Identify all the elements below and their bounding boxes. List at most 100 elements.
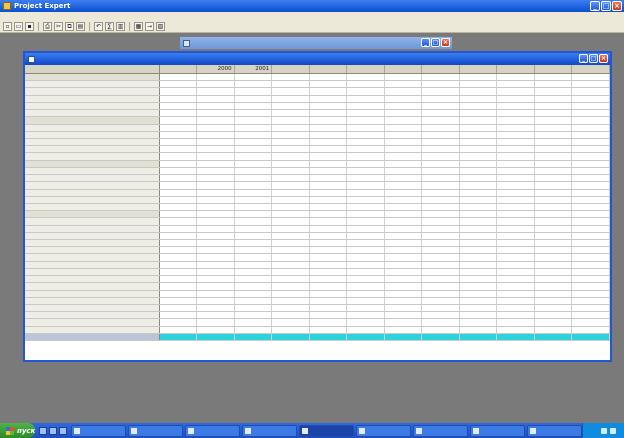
table-cell[interactable] xyxy=(347,95,385,102)
table-cell[interactable] xyxy=(159,131,198,138)
table-cell[interactable] xyxy=(197,138,235,146)
table-cell[interactable] xyxy=(347,124,385,131)
table-cell[interactable] xyxy=(234,189,273,196)
table-cell[interactable] xyxy=(234,240,273,247)
table-cell[interactable] xyxy=(309,138,348,146)
table-cell[interactable] xyxy=(309,117,348,124)
table-cell[interactable] xyxy=(234,247,273,254)
table-cell[interactable] xyxy=(347,189,385,196)
table-cell[interactable] xyxy=(572,160,610,167)
table-row[interactable] xyxy=(25,167,610,176)
cut-icon[interactable]: ✂ xyxy=(54,22,63,31)
table-cell[interactable] xyxy=(422,305,460,312)
table-cell[interactable] xyxy=(309,268,348,276)
table-row[interactable] xyxy=(25,182,610,190)
table-cell[interactable] xyxy=(159,167,198,175)
table-cell[interactable] xyxy=(347,283,385,290)
table-cell[interactable] xyxy=(309,203,348,211)
table-cell[interactable] xyxy=(497,333,535,341)
table-cell[interactable] xyxy=(272,124,310,131)
table-cell[interactable] xyxy=(159,160,198,167)
table-cell[interactable] xyxy=(459,110,498,117)
table-cell[interactable] xyxy=(572,225,610,232)
table-cell[interactable] xyxy=(347,153,385,160)
table-cell[interactable] xyxy=(347,146,385,153)
table-cell[interactable] xyxy=(197,312,235,319)
table-cell[interactable] xyxy=(572,124,610,131)
table-cell[interactable] xyxy=(422,81,460,88)
table-cell[interactable] xyxy=(459,102,498,110)
table-cell[interactable] xyxy=(309,276,348,283)
table-cell[interactable] xyxy=(422,117,460,124)
table-cell[interactable] xyxy=(309,312,348,319)
table-cell[interactable] xyxy=(422,312,460,319)
table-cell[interactable] xyxy=(159,146,198,153)
table-cell[interactable] xyxy=(459,326,498,333)
quick-launch-icon[interactable] xyxy=(59,426,68,435)
table-cell[interactable] xyxy=(272,153,310,160)
new-icon[interactable]: ▫ xyxy=(3,22,12,31)
table-cell[interactable] xyxy=(234,110,273,117)
table-cell[interactable] xyxy=(497,95,535,102)
table-cell[interactable] xyxy=(534,88,573,95)
table-cell[interactable] xyxy=(534,160,573,167)
table-row[interactable] xyxy=(25,261,610,269)
table-cell[interactable] xyxy=(459,283,498,290)
table-cell[interactable] xyxy=(272,203,310,211)
table-cell[interactable] xyxy=(572,74,610,81)
table-cell[interactable] xyxy=(422,167,460,175)
table-cell[interactable] xyxy=(384,225,423,232)
table-cell[interactable] xyxy=(572,240,610,247)
table-cell[interactable] xyxy=(159,117,198,124)
table-cell[interactable] xyxy=(384,146,423,153)
table-cell[interactable] xyxy=(272,247,310,254)
table-cell[interactable] xyxy=(572,95,610,102)
table-cell[interactable] xyxy=(422,297,460,304)
table-cell[interactable] xyxy=(572,189,610,196)
table-cell[interactable] xyxy=(272,261,310,268)
table-cell[interactable] xyxy=(384,240,423,247)
table-cell[interactable] xyxy=(234,261,273,268)
table-cell[interactable] xyxy=(384,305,423,312)
table-cell[interactable] xyxy=(422,146,460,153)
table-cell[interactable] xyxy=(422,160,460,167)
table-cell[interactable] xyxy=(534,218,573,225)
table-cell[interactable] xyxy=(234,74,273,81)
table-cell[interactable] xyxy=(384,247,423,254)
table-cell[interactable] xyxy=(197,160,235,167)
table-cell[interactable] xyxy=(534,247,573,254)
table-row[interactable] xyxy=(25,203,610,212)
table-cell[interactable] xyxy=(197,117,235,124)
table-cell[interactable] xyxy=(309,290,348,297)
table-row[interactable] xyxy=(25,312,610,320)
table-cell[interactable] xyxy=(384,102,423,110)
table-row[interactable] xyxy=(25,117,610,125)
table-cell[interactable] xyxy=(384,196,423,203)
table-cell[interactable] xyxy=(534,319,573,326)
column-header[interactable] xyxy=(347,65,385,73)
table-cell[interactable] xyxy=(422,218,460,225)
table-cell[interactable] xyxy=(234,297,273,304)
table-cell[interactable] xyxy=(422,203,460,211)
table-cell[interactable] xyxy=(572,117,610,124)
table-cell[interactable] xyxy=(272,232,310,240)
table-cell[interactable] xyxy=(234,81,273,88)
table-cell[interactable] xyxy=(459,146,498,153)
table-row[interactable] xyxy=(25,160,610,168)
report-icon[interactable]: ▧ xyxy=(156,22,165,31)
table-cell[interactable] xyxy=(347,319,385,326)
table-cell[interactable] xyxy=(159,319,198,326)
table-cell[interactable] xyxy=(384,232,423,240)
table-cell[interactable] xyxy=(197,268,235,276)
table-cell[interactable] xyxy=(309,225,348,232)
tray-icon[interactable] xyxy=(610,427,616,434)
table-cell[interactable] xyxy=(384,312,423,319)
table-cell[interactable] xyxy=(197,131,235,138)
table-cell[interactable] xyxy=(384,131,423,138)
table-cell[interactable] xyxy=(572,88,610,95)
table-row[interactable] xyxy=(25,276,610,284)
table-cell[interactable] xyxy=(459,189,498,196)
table-cell[interactable] xyxy=(459,88,498,95)
table-cell[interactable] xyxy=(347,290,385,297)
table-cell[interactable] xyxy=(159,110,198,117)
